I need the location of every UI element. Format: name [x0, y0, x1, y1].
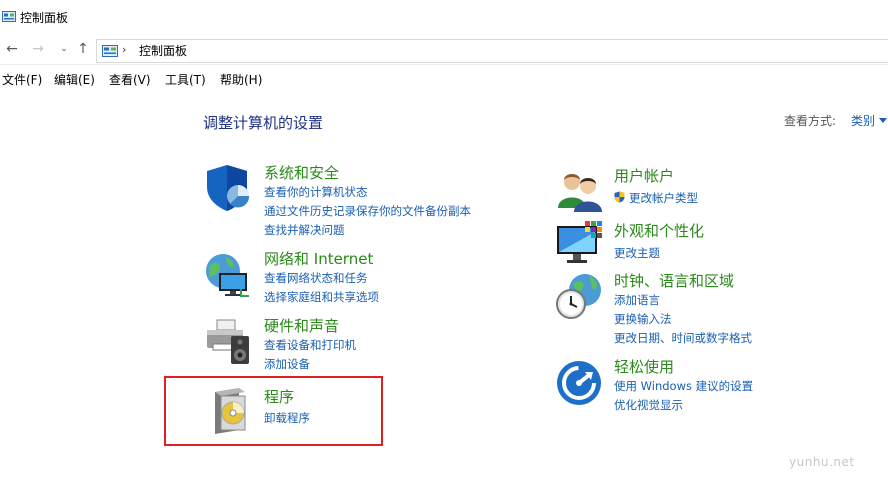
- page-title: 调整计算机的设置: [203, 114, 324, 132]
- menu-tools[interactable]: 工具(T): [165, 72, 206, 88]
- category-network-internet[interactable]: 网络和 Internet: [264, 249, 373, 269]
- control-panel-icon: [2, 11, 16, 22]
- back-arrow-icon[interactable]: ←: [4, 41, 20, 57]
- link-windows-suggested-settings[interactable]: 使用 Windows 建议的设置: [614, 378, 753, 394]
- category-hardware-sound[interactable]: 硬件和声音: [264, 316, 339, 336]
- network-globe-icon[interactable]: [203, 249, 253, 299]
- appearance-monitor-icon[interactable]: [555, 220, 605, 270]
- category-ease-of-access[interactable]: 轻松使用: [614, 357, 674, 377]
- link-view-computer-status[interactable]: 查看你的计算机状态: [264, 184, 368, 200]
- watermark: yunhu.net: [789, 455, 855, 469]
- link-homegroup-sharing[interactable]: 选择家庭组和共享选项: [264, 289, 379, 305]
- clock-globe-icon[interactable]: [555, 272, 605, 322]
- menu-help[interactable]: 帮助(H): [220, 72, 262, 88]
- link-troubleshoot[interactable]: 查找并解决问题: [264, 222, 345, 238]
- up-arrow-icon[interactable]: ↑: [75, 41, 91, 57]
- category-clock-language-region[interactable]: 时钟、语言和区域: [614, 271, 734, 291]
- title-bar: 控制面板: [0, 0, 888, 36]
- link-add-language[interactable]: 添加语言: [614, 292, 660, 308]
- link-devices-printers[interactable]: 查看设备和打印机: [264, 337, 356, 353]
- uac-shield-icon: [614, 191, 625, 203]
- window-title: 控制面板: [20, 11, 69, 25]
- view-by-label: 查看方式:: [784, 114, 837, 128]
- breadcrumb-control-panel[interactable]: 控制面板: [139, 43, 187, 59]
- dropdown-arrow-icon[interactable]: [879, 118, 887, 123]
- link-network-status[interactable]: 查看网络状态和任务: [264, 270, 368, 286]
- system-security-shield-icon[interactable]: [203, 163, 253, 213]
- menu-edit[interactable]: 编辑(E): [54, 72, 95, 88]
- link-file-history-backup[interactable]: 通过文件历史记录保存你的文件备份副本: [264, 203, 471, 219]
- link-change-account-type[interactable]: 更改帐户类型: [629, 190, 698, 206]
- address-field[interactable]: › 控制面板: [96, 39, 888, 63]
- menu-file[interactable]: 文件(F): [2, 72, 42, 88]
- link-change-input-method[interactable]: 更换输入法: [614, 311, 672, 327]
- menu-view[interactable]: 查看(V): [109, 72, 151, 88]
- view-by-dropdown[interactable]: 类别: [851, 113, 875, 129]
- category-system-security[interactable]: 系统和安全: [264, 163, 339, 183]
- forward-arrow-icon[interactable]: →: [30, 41, 46, 57]
- ease-of-access-icon[interactable]: [555, 358, 605, 408]
- breadcrumb-separator-icon[interactable]: ›: [122, 43, 126, 56]
- recent-locations-chevron-icon[interactable]: ⌄: [56, 41, 72, 57]
- category-appearance-personalization[interactable]: 外观和个性化: [614, 221, 704, 241]
- link-optimize-visual-display[interactable]: 优化视觉显示: [614, 397, 683, 413]
- category-user-accounts[interactable]: 用户帐户: [614, 166, 674, 186]
- highlight-box: [164, 376, 383, 446]
- link-change-theme[interactable]: 更改主题: [614, 245, 660, 261]
- link-change-date-time-format[interactable]: 更改日期、时间或数字格式: [614, 330, 752, 346]
- link-add-device[interactable]: 添加设备: [264, 356, 310, 372]
- address-bar: ← → ⌄ ↑ › 控制面板: [0, 36, 888, 65]
- hardware-printer-speaker-icon[interactable]: [203, 316, 253, 366]
- control-panel-icon: [102, 45, 118, 57]
- user-accounts-icon[interactable]: [555, 166, 605, 216]
- menu-bar: 文件(F) 编辑(E) 查看(V) 工具(T) 帮助(H): [0, 70, 888, 90]
